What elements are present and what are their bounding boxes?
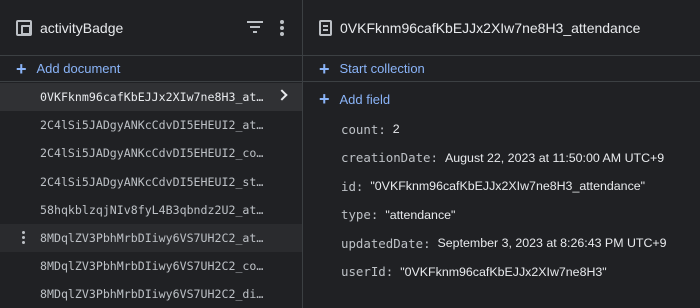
field-value: August 22, 2023 at 11:50:00 AM UTC+9 [445,150,665,165]
field-colon: : [385,264,394,280]
plus-icon: + [16,58,27,79]
more-vert-icon[interactable] [22,230,25,245]
start-collection-button[interactable]: + Start collection [303,56,700,82]
collection-panel: activityBadge + Add document 0VKFknm96ca… [0,0,302,308]
document-list-item[interactable]: 2C4lSi5JADgyANKcCdvDI5EHEUI2_at… [0,111,302,139]
field-row[interactable]: type: "attendance" [341,201,667,230]
field-value: "0VKFknm96cafKbEJJx2XIw7ne8H3" [400,264,607,279]
collection-title: activityBadge [40,19,124,36]
document-header: 0VKFknm96cafKbEJJx2XIw7ne8H3_attendance [303,0,700,56]
collection-icon [16,19,32,36]
document-id: 2C4lSi5JADgyANKcCdvDI5EHEUI2_st… [40,174,264,189]
field-list: count:2 creationDate: August 22, 2023 at 1… [341,115,667,286]
document-list-item[interactable]: 8MDqlZV3PbhMrbDIiwy6VS7UH2C2_di… [0,280,302,308]
add-document-button[interactable]: + Add document [0,56,302,82]
field-row[interactable]: id: "0VKFknm96cafKbEJJx2XIw7ne8H3_attenda… [341,172,667,201]
field-value: "0VKFknm96cafKbEJJx2XIw7ne8H3_attendance… [370,179,646,194]
document-list-item[interactable]: 2C4lSi5JADgyANKcCdvDI5EHEUI2_st… [0,168,302,196]
more-vert-icon[interactable] [280,20,284,36]
field-value: September 3, 2023 at 8:26:43 PM UTC+9 [437,236,667,251]
field-row[interactable]: creationDate: August 22, 2023 at 11:50:00… [341,144,667,173]
start-collection-label: Start collection [339,61,425,76]
document-list-item[interactable]: 8MDqlZV3PbhMrbDIiwy6VS7UH2C2_at… [0,223,302,253]
field-row[interactable]: count:2 [341,115,667,144]
document-id: 2C4lSi5JADgyANKcCdvDI5EHEUI2_at… [40,118,264,133]
field-key: updatedDate [341,235,424,251]
document-panel: 0VKFknm96cafKbEJJx2XIw7ne8H3_attendance … [303,0,700,308]
field-row[interactable]: updatedDate: September 3, 2023 at 8:26:43… [341,229,667,258]
field-colon: : [355,178,364,194]
document-id: 2C4lSi5JADgyANKcCdvDI5EHEUI2_co… [40,146,264,161]
field-value: 2 [392,122,400,137]
plus-icon: + [319,89,330,109]
field-key: userId [341,264,386,280]
document-icon [319,19,332,36]
document-id: 0VKFknm96cafKbEJJx2XIw7ne8H3_at… [40,90,264,105]
field-key: id [341,178,356,194]
document-id: 8MDqlZV3PbhMrbDIiwy6VS7UH2C2_co… [40,259,264,274]
document-id: 8MDqlZV3PbhMrbDIiwy6VS7UH2C2_di… [40,287,264,302]
field-colon: : [370,207,379,223]
field-key: count [341,121,379,137]
add-field-button[interactable]: + Add field [303,82,700,116]
document-list-item[interactable]: 0VKFknm96cafKbEJJx2XIw7ne8H3_at… [0,83,302,112]
document-title: 0VKFknm96cafKbEJJx2XIw7ne8H3_attendance [340,19,641,36]
field-colon: : [378,121,386,137]
add-field-label: Add field [339,91,391,107]
field-colon: : [423,235,431,251]
document-id: 8MDqlZV3PbhMrbDIiwy6VS7UH2C2_at… [40,231,264,246]
document-list-item[interactable]: 58hqkblzqjNIv8fyL4B3qbndz2U2_at… [0,196,302,224]
filter-icon[interactable] [247,21,263,33]
plus-icon: + [319,58,330,79]
field-row[interactable]: userId: "0VKFknm96cafKbEJJx2XIw7ne8H3" [341,258,667,287]
document-list-item[interactable]: 2C4lSi5JADgyANKcCdvDI5EHEUI2_co… [0,139,302,167]
field-key: creationDate [341,150,431,166]
document-list: 0VKFknm96cafKbEJJx2XIw7ne8H3_at… 2C4lSi5J… [0,83,302,308]
chevron-right-icon [276,89,288,101]
field-key: type [341,207,371,223]
add-document-label: Add document [36,61,121,76]
collection-header: activityBadge [0,0,302,56]
document-id: 58hqkblzqjNIv8fyL4B3qbndz2U2_at… [40,202,264,217]
field-value: "attendance" [385,207,456,222]
field-colon: : [430,150,438,166]
document-list-item[interactable]: 8MDqlZV3PbhMrbDIiwy6VS7UH2C2_co… [0,252,302,280]
